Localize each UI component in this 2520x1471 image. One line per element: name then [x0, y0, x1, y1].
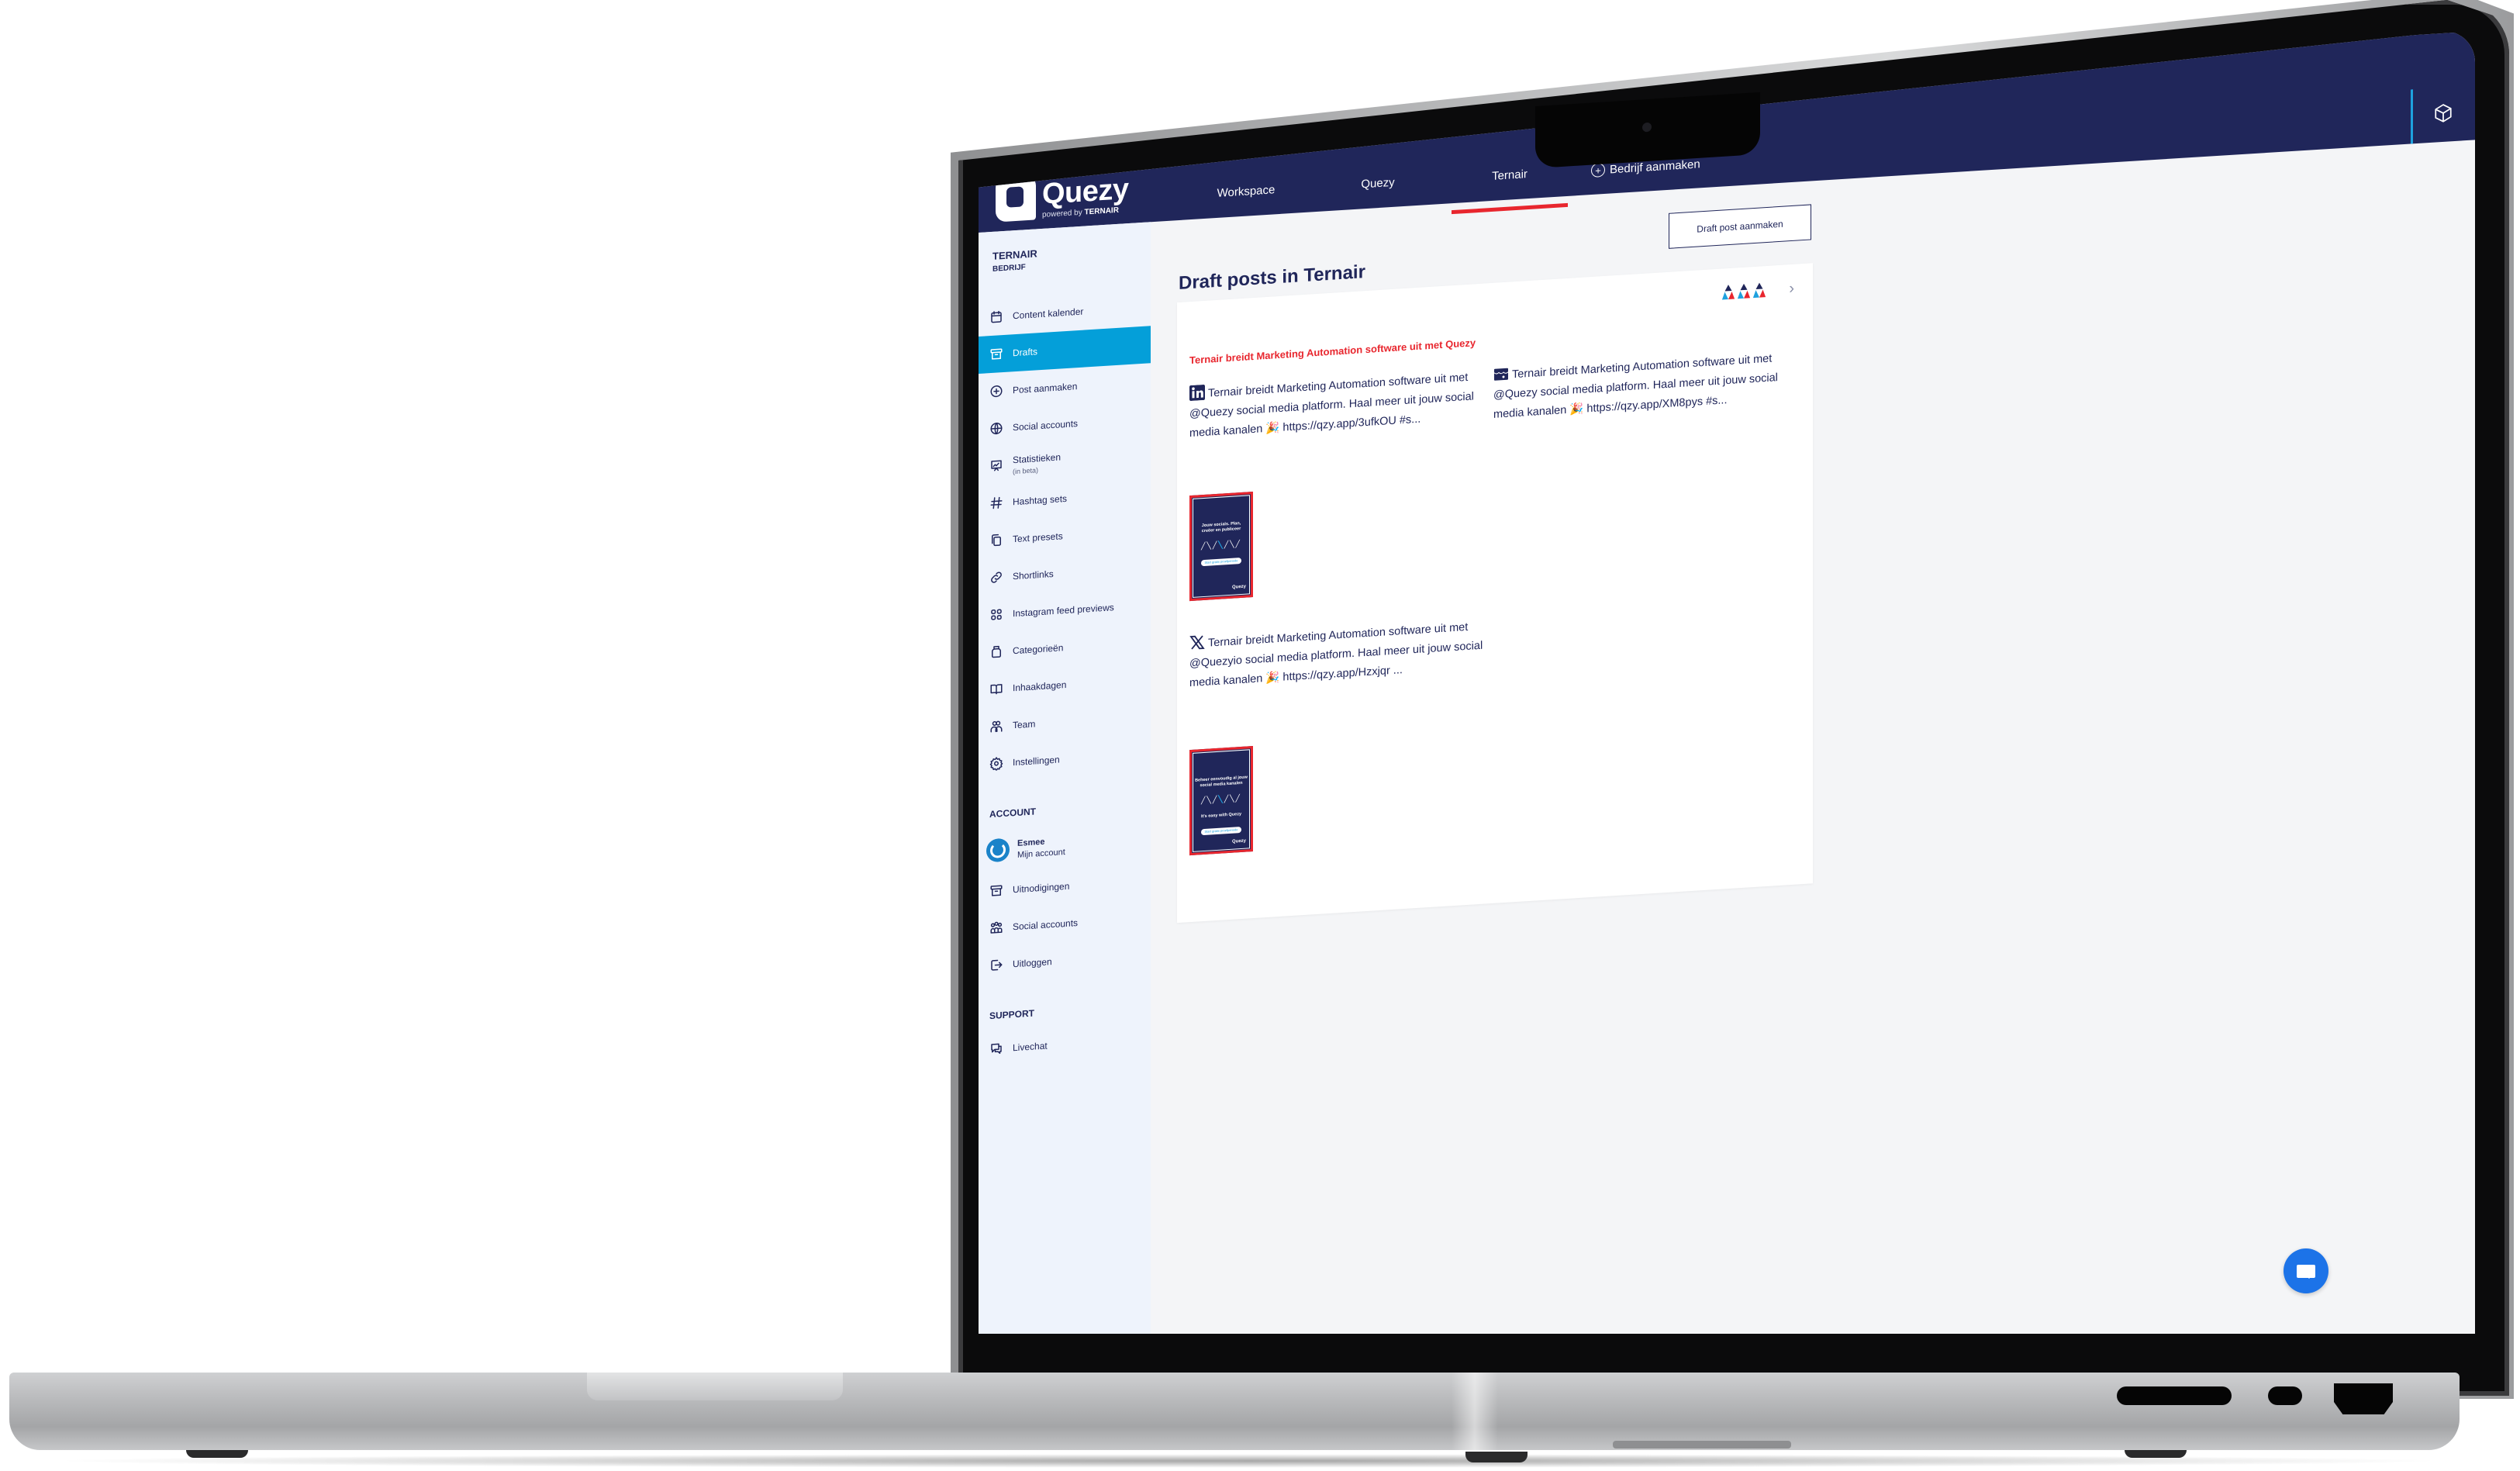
- laptop-foot: [1465, 1452, 1528, 1462]
- thumbnail-text: Jouw socials. Plan, creëer en publiceer: [1201, 521, 1241, 534]
- store-page-icon: [1493, 368, 1509, 381]
- page-title: Draft posts in Ternair: [1179, 261, 1365, 295]
- tab-workspace[interactable]: Workspace: [1180, 173, 1312, 211]
- logo-sub-prefix: powered by: [1042, 208, 1082, 219]
- sidebar-item-label: Uitnodigingen: [1013, 880, 1070, 896]
- app-window: Quezy powered by TERNAIR Workspace Quezy…: [979, 31, 2475, 1334]
- plus-circle-icon: +: [1591, 162, 1605, 178]
- logo-sub-brand: TERNAIR: [1084, 205, 1119, 217]
- sidebar-item-label: Instellingen: [1013, 754, 1060, 768]
- laptop-base-sheen: [1452, 1373, 1498, 1450]
- tab-quezy[interactable]: Quezy: [1312, 165, 1444, 203]
- sidebar: TERNAIR BEDRIJF Content kalender Drafts …: [979, 222, 1151, 1334]
- sidebar-item-label: Text presets: [1013, 530, 1063, 545]
- usb-c-port: [2268, 1386, 2302, 1405]
- logo-name: Quezy: [1042, 173, 1129, 211]
- beta-label: (in beta): [1013, 465, 1039, 475]
- chat-icon: [991, 1043, 1002, 1055]
- sidebar-item-label: Social accounts: [1013, 418, 1079, 433]
- post-text: Ternair breidt Marketing Automation soft…: [1189, 620, 1483, 690]
- ternair-avatar-icon: [1721, 285, 1735, 300]
- post-image-thumbnail[interactable]: Beheer eenvoudig al jouw social media ka…: [1189, 746, 1253, 856]
- grid-icon: [991, 609, 1002, 620]
- sidebar-item-label: Instagram feed previews: [1013, 602, 1114, 620]
- sidebar-item-label: Social accounts: [1013, 917, 1079, 933]
- cube-icon[interactable]: [2433, 102, 2453, 124]
- thumbnail-logo: Quezy: [1231, 838, 1246, 844]
- sidebar-item-label: Hashtag sets: [1013, 492, 1068, 508]
- hdmi-port: [2334, 1383, 2393, 1414]
- thumbnail-cta: Start gratis proefperiode: [1201, 557, 1241, 567]
- link-icon: [991, 571, 1002, 583]
- thumbnail-text: Beheer eenvoudig al jouw social media ka…: [1195, 775, 1248, 789]
- chat-bubble-icon: [2297, 1264, 2315, 1279]
- presentation-chart-icon: [991, 460, 1002, 471]
- post-image-thumbnail[interactable]: Jouw socials. Plan, creëer en publiceer …: [1189, 492, 1253, 602]
- org-info: TERNAIR BEDRIJF: [979, 222, 1151, 282]
- book-icon: [990, 684, 1003, 695]
- livechat-button[interactable]: [2284, 1248, 2328, 1293]
- thumbnail-pattern: ╱╲╱╲╱╲╱: [1201, 539, 1241, 551]
- topbar-divider: [2411, 89, 2413, 144]
- sidebar-item-label: Shortlinks: [1013, 568, 1054, 582]
- calendar-icon: [991, 310, 1002, 323]
- account-name: Esmee: [1017, 837, 1045, 848]
- archive-icon: [990, 885, 1003, 896]
- sidebar-item-label: Uitloggen: [1013, 956, 1052, 970]
- ternair-avatar-icon: [1737, 283, 1751, 299]
- plus-circle-icon: [990, 385, 1003, 398]
- linkedin-icon: [1189, 385, 1205, 402]
- draft-title[interactable]: Ternair breidt Marketing Automation soft…: [1189, 337, 1476, 366]
- laptop-base: [9, 1373, 2460, 1450]
- thumbnail-pattern: ╱╲╱╲╱╲╱: [1201, 793, 1241, 805]
- laptop-lid-opening-notch: [587, 1373, 843, 1400]
- laptop-vent: [1613, 1441, 1791, 1449]
- sidebar-item-label: Livechat: [1013, 1040, 1048, 1054]
- sidebar-item-label: Categorieën: [1013, 642, 1064, 657]
- post-text: Ternair breidt Marketing Automation soft…: [1493, 352, 1778, 421]
- sidebar-item-label: Statistieken: [1013, 451, 1062, 465]
- post-text: Ternair breidt Marketing Automation soft…: [1189, 371, 1474, 440]
- draft-post-linkedin: Ternair breidt Marketing Automation soft…: [1189, 368, 1484, 444]
- user-group-icon: [990, 921, 1003, 934]
- sidebar-menu: Content kalender Drafts Post aanmaken So…: [979, 288, 1151, 783]
- gear-icon: [989, 757, 1003, 772]
- copy-icon: [992, 533, 1001, 547]
- thumbnail-subtext: It's easy with Quezy: [1200, 811, 1242, 820]
- sidebar-item-label: Team: [1013, 718, 1036, 731]
- users-icon: [990, 720, 1003, 733]
- chevron-right-icon[interactable]: ›: [1789, 280, 1794, 298]
- archive-icon: [990, 348, 1003, 360]
- sidebar-item-label: Inhaakdagen: [1013, 679, 1067, 694]
- account-link-label: Mijn account: [1017, 847, 1065, 860]
- logout-icon: [991, 959, 1003, 971]
- draft-card[interactable]: › Ternair breidt Marketing Automation so…: [1177, 263, 1813, 924]
- ternair-avatar-icon: [1752, 282, 1766, 299]
- thumbnail-logo: Quezy: [1231, 584, 1246, 590]
- sidebar-item-label: Drafts: [1013, 346, 1038, 359]
- jar-icon: [992, 645, 1001, 658]
- hashtag-icon: [990, 496, 1003, 509]
- sidebar-item-label: Content kalender: [1013, 306, 1084, 322]
- sd-card-slot: [2117, 1386, 2232, 1405]
- draft-post-x: Ternair breidt Marketing Automation soft…: [1189, 617, 1484, 694]
- laptop-shadow: [47, 1454, 2450, 1468]
- thumbnail-cta: Start gratis proefperiode: [1201, 826, 1241, 836]
- laptop-screen: Quezy powered by TERNAIR Workspace Quezy…: [979, 31, 2475, 1334]
- draft-post-facebook: Ternair breidt Marketing Automation soft…: [1493, 348, 1788, 425]
- x-twitter-icon: [1189, 635, 1205, 650]
- team-avatars: [1721, 281, 1766, 302]
- globe-icon: [990, 423, 1003, 435]
- sidebar-item-label: Post aanmaken: [1013, 381, 1078, 396]
- avatar: [986, 837, 1010, 863]
- create-draft-button[interactable]: Draft post aanmaken: [1669, 204, 1811, 249]
